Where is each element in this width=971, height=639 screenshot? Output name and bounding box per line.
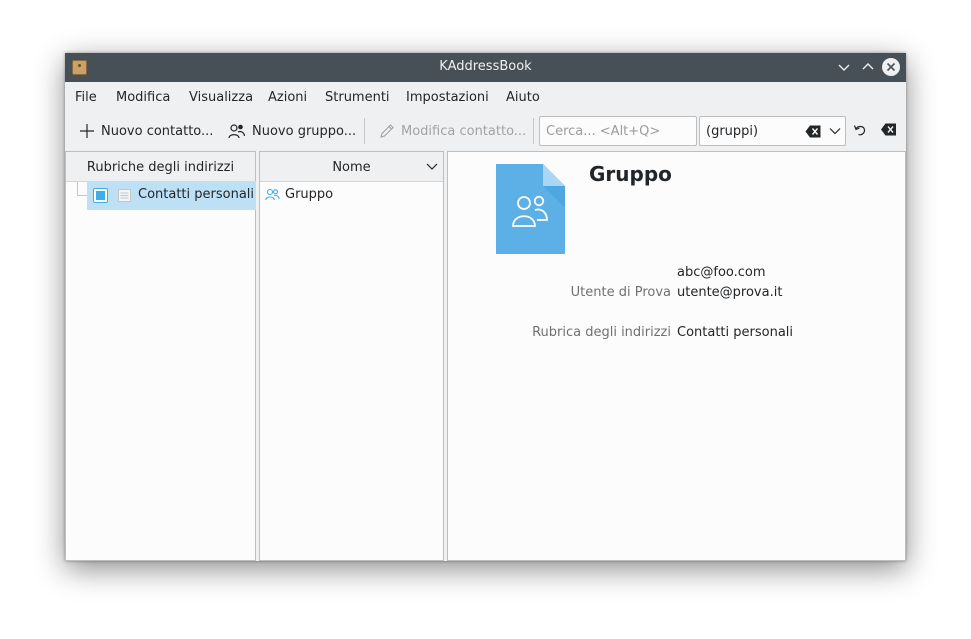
address-book-checkbox[interactable] xyxy=(93,188,108,203)
contact-list-panel: Nome Gruppo xyxy=(259,151,444,561)
undo-icon[interactable] xyxy=(853,123,867,137)
name-column-header[interactable]: Nome xyxy=(260,152,443,182)
menu-visualizza[interactable]: Visualizza xyxy=(189,90,253,105)
new-contact-label: Nuovo contatto... xyxy=(101,123,214,139)
menu-modifica[interactable]: Modifica xyxy=(116,90,170,105)
address-book-field-value: Contatti personali xyxy=(677,325,794,340)
pencil-icon xyxy=(380,124,394,138)
filter-value: (gruppi) xyxy=(706,124,759,139)
menu-bar: File Modifica Visualizza Azioni Strument… xyxy=(65,82,906,112)
edit-contact-label: Modifica contatto... xyxy=(401,123,527,139)
close-button[interactable] xyxy=(881,57,901,77)
window-title: KAddressBook xyxy=(439,59,532,74)
clear-text-icon[interactable] xyxy=(880,123,897,136)
search-input[interactable]: Cerca... <Alt+Q> xyxy=(539,116,697,146)
menu-impostazioni[interactable]: Impostazioni xyxy=(406,90,489,105)
edit-contact-button[interactable]: Modifica contatto... xyxy=(379,118,526,144)
new-group-button[interactable]: Nuovo gruppo... xyxy=(228,118,356,144)
menu-file[interactable]: File xyxy=(75,90,97,105)
group-filter-combo[interactable]: (gruppi) xyxy=(699,116,846,146)
list-item-label: Gruppo xyxy=(285,187,334,202)
member-email-link[interactable]: abc@foo.com xyxy=(677,265,766,280)
address-books-header[interactable]: Rubriche degli indirizzi xyxy=(66,152,255,182)
address-book-label: Contatti personali xyxy=(138,187,255,202)
kaddressbook-window: KAddressBook File Modifica Visualizza Az… xyxy=(65,53,906,561)
add-group-icon xyxy=(228,124,246,139)
close-icon xyxy=(882,58,900,76)
toolbar-separator xyxy=(364,118,365,144)
menu-azioni[interactable]: Azioni xyxy=(268,90,307,105)
chevron-up-icon xyxy=(862,63,874,70)
address-books-panel: Rubriche degli indirizzi Contatti person… xyxy=(65,151,256,561)
detail-title: Gruppo xyxy=(589,162,672,186)
clear-text-icon[interactable] xyxy=(805,125,821,138)
menu-aiuto[interactable]: Aiuto xyxy=(506,90,540,105)
tree-branch-line xyxy=(77,182,87,196)
minimize-button[interactable] xyxy=(834,57,854,77)
contact-detail-panel: Gruppo abc@foo.com Utente di Prova utent… xyxy=(447,151,906,561)
member-name-label: Utente di Prova xyxy=(570,285,671,300)
chevron-down-icon xyxy=(838,64,850,71)
maximize-button[interactable] xyxy=(858,57,878,77)
group-document-icon xyxy=(496,164,565,254)
address-book-field-label: Rubrica degli indirizzi xyxy=(532,325,671,340)
address-book-item[interactable]: Contatti personali xyxy=(87,181,256,210)
chevron-down-icon[interactable] xyxy=(426,162,438,171)
list-item[interactable]: Gruppo xyxy=(260,182,443,208)
new-contact-button[interactable]: Nuovo contatto... xyxy=(79,118,213,144)
member-email-link[interactable]: utente@prova.it xyxy=(677,285,782,300)
menu-strumenti[interactable]: Strumenti xyxy=(325,90,390,105)
new-group-label: Nuovo gruppo... xyxy=(252,123,357,139)
toolbar-separator xyxy=(533,118,534,144)
chevron-down-icon[interactable] xyxy=(829,126,841,136)
address-book-icon xyxy=(118,189,131,202)
group-icon xyxy=(265,188,280,201)
plus-icon xyxy=(80,124,94,138)
title-bar[interactable]: KAddressBook xyxy=(65,53,906,82)
name-column-label: Nome xyxy=(332,160,371,175)
